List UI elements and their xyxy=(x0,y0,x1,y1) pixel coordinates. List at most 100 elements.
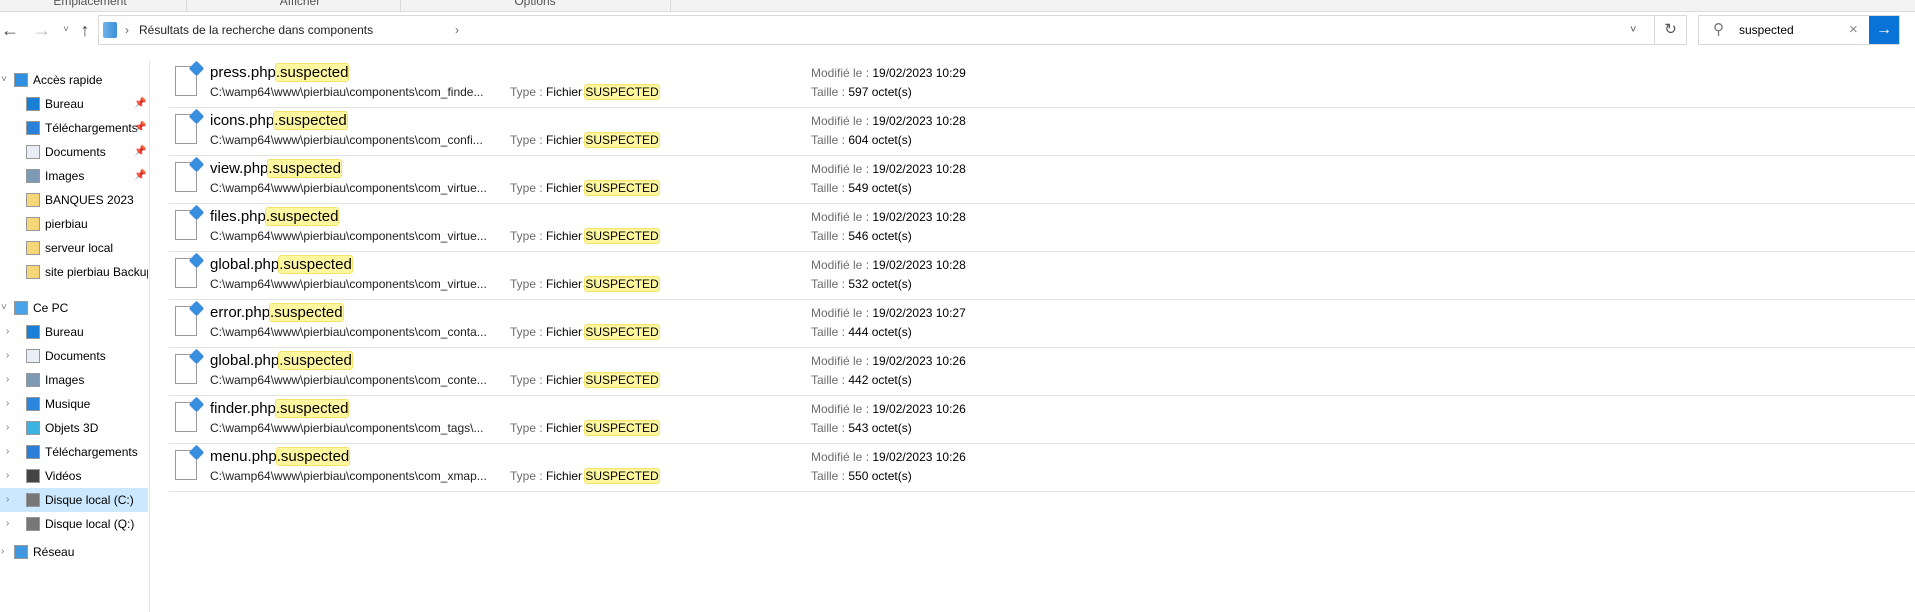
sidebar-item[interactable]: serveur local xyxy=(0,236,148,260)
sidebar-item[interactable]: › Téléchargements xyxy=(0,440,148,464)
search-go-button[interactable]: → xyxy=(1869,16,1899,44)
expand-chevron-icon[interactable]: › xyxy=(6,368,9,392)
size-value: 546 octet(s) xyxy=(848,229,912,243)
sidebar-item[interactable]: › Réseau xyxy=(0,540,148,564)
expand-chevron-icon[interactable]: › xyxy=(6,416,9,440)
modified-value: 19/02/2023 10:28 xyxy=(872,210,966,224)
sidebar-item-label: Objets 3D xyxy=(45,421,99,435)
back-button[interactable]: ← xyxy=(0,15,20,45)
file-row[interactable]: menu.php.suspected C:\wamp64\www\pierbia… xyxy=(169,444,1915,492)
sidebar-item[interactable]: › Disque local (C:) xyxy=(0,488,148,512)
pin-icon: 📌 xyxy=(134,122,147,133)
ribbon-tab-afficher[interactable]: Afficher xyxy=(260,0,340,8)
expand-chevron-icon[interactable]: › xyxy=(1,540,4,564)
expand-chevron-icon[interactable]: › xyxy=(6,320,9,344)
sidebar-item-label: Ce PC xyxy=(33,301,69,315)
sidebar-item[interactable]: Documents 📌 xyxy=(0,140,148,164)
expand-chevron-icon[interactable]: › xyxy=(6,392,9,416)
file-size: Taille : 444 octet(s) xyxy=(811,324,912,340)
expand-chevron-icon[interactable]: ˅ xyxy=(1,68,7,92)
modified-date: Modifié le : 19/02/2023 10:26 xyxy=(811,353,966,369)
sidebar-item[interactable]: Bureau 📌 xyxy=(0,92,148,116)
address-bar[interactable]: › Résultats de la recherche dans compone… xyxy=(98,15,1687,45)
file-path: C:\wamp64\www\pierbiau\components\com_co… xyxy=(210,373,487,387)
file-row[interactable]: icons.php.suspected C:\wamp64\www\pierbi… xyxy=(169,108,1915,156)
file-row[interactable]: files.php.suspected C:\wamp64\www\pierbi… xyxy=(169,204,1915,252)
file-row[interactable]: error.php.suspected C:\wamp64\www\pierbi… xyxy=(169,300,1915,348)
size-label: Taille : xyxy=(811,229,849,243)
file-row[interactable]: global.php.suspected C:\wamp64\www\pierb… xyxy=(169,252,1915,300)
file-row[interactable]: view.php.suspected C:\wamp64\www\pierbia… xyxy=(169,156,1915,204)
navigation-pane: ˅ Accès rapide Bureau 📌 Téléchargements 📌 Docu… xyxy=(0,60,150,612)
search-match-highlight: .suspected xyxy=(264,207,340,226)
sidebar-item[interactable]: ˅ Ce PC xyxy=(0,296,148,320)
type-label: Type : xyxy=(510,229,547,243)
forward-button[interactable]: → xyxy=(32,15,52,45)
clear-search-button[interactable]: × xyxy=(1849,16,1858,44)
php-file-icon xyxy=(175,258,197,288)
sidebar-item-label: Vidéos xyxy=(45,469,82,483)
sidebar-item-label: Musique xyxy=(45,397,91,411)
modified-label: Modifié le : xyxy=(811,114,873,128)
sidebar-item[interactable]: pierbiau xyxy=(0,212,148,236)
pin-icon: 📌 xyxy=(134,170,147,181)
sidebar-item[interactable]: › Documents xyxy=(0,344,148,368)
file-type: Type : Fichier SUSPECTED xyxy=(510,420,660,436)
modified-value: 19/02/2023 10:26 xyxy=(872,354,966,368)
sidebar-item[interactable]: › Bureau xyxy=(0,320,148,344)
sidebar-item[interactable]: › Images xyxy=(0,368,148,392)
breadcrumb-chevron-icon[interactable]: › xyxy=(455,16,459,44)
images-icon xyxy=(26,373,40,387)
modified-label: Modifié le : xyxy=(811,162,873,176)
modified-value: 19/02/2023 10:29 xyxy=(872,66,966,80)
address-history-chevron-icon[interactable]: ˅ xyxy=(1630,16,1636,44)
sidebar-item[interactable]: BANQUES 2023 xyxy=(0,188,148,212)
sidebar-item[interactable]: › Vidéos xyxy=(0,464,148,488)
desktop-icon xyxy=(26,325,40,339)
type-value: Fichier xyxy=(546,373,586,387)
file-row[interactable]: finder.php.suspected C:\wamp64\www\pierb… xyxy=(169,396,1915,444)
search-box[interactable]: ⚲ suspected × → xyxy=(1698,15,1900,45)
breadcrumb[interactable]: Résultats de la recherche dans component… xyxy=(139,16,373,44)
file-size: Taille : 543 octet(s) xyxy=(811,420,912,436)
expand-chevron-icon[interactable]: › xyxy=(6,464,9,488)
php-file-icon xyxy=(175,354,197,384)
up-button[interactable]: ↑ xyxy=(75,15,95,45)
sidebar-item[interactable]: ˅ Accès rapide xyxy=(0,68,148,92)
search-match-highlight: .suspected xyxy=(269,303,344,322)
expand-chevron-icon[interactable]: › xyxy=(6,440,9,464)
file-row[interactable]: press.php.suspected C:\wamp64\www\pierbi… xyxy=(169,60,1915,108)
ribbon-tabs: Emplacement Afficher Options xyxy=(0,0,1915,12)
search-input[interactable]: suspected xyxy=(1739,16,1794,44)
recent-locations-chevron-icon[interactable]: ˅ xyxy=(56,15,76,45)
search-match-highlight: SUSPECTED xyxy=(584,420,660,436)
expand-chevron-icon[interactable]: › xyxy=(6,512,9,536)
php-file-icon xyxy=(175,402,197,432)
expand-chevron-icon[interactable]: ˅ xyxy=(1,296,7,320)
file-type: Type : Fichier SUSPECTED xyxy=(510,84,660,100)
search-match-highlight: .suspected xyxy=(267,159,342,178)
ribbon-tab-emplacement[interactable]: Emplacement xyxy=(50,0,130,8)
sidebar-item[interactable]: › Disque local (Q:) xyxy=(0,512,148,536)
sidebar-item[interactable]: › Musique xyxy=(0,392,148,416)
size-label: Taille : xyxy=(811,85,849,99)
file-size: Taille : 604 octet(s) xyxy=(811,132,912,148)
expand-chevron-icon[interactable]: › xyxy=(6,488,9,512)
file-base-name: view.php xyxy=(210,160,269,177)
file-row[interactable]: global.php.suspected C:\wamp64\www\pierb… xyxy=(169,348,1915,396)
sidebar-item-label: Téléchargements xyxy=(45,445,138,459)
file-path: C:\wamp64\www\pierbiau\components\com_vi… xyxy=(210,229,487,243)
search-match-highlight: SUSPECTED xyxy=(584,276,660,292)
ribbon-tab-options[interactable]: Options xyxy=(495,0,575,8)
refresh-button[interactable]: ↻ xyxy=(1654,16,1686,44)
sidebar-item[interactable]: site pierbiau Backup xyxy=(0,260,148,284)
file-name: files.php.suspected xyxy=(210,207,340,227)
sidebar-item-label: serveur local xyxy=(45,241,114,255)
file-name: error.php.suspected xyxy=(210,303,344,323)
expand-chevron-icon[interactable]: › xyxy=(6,344,9,368)
search-match-highlight: .suspected xyxy=(278,351,353,370)
modified-label: Modifié le : xyxy=(811,258,873,272)
sidebar-item[interactable]: Images 📌 xyxy=(0,164,148,188)
sidebar-item[interactable]: Téléchargements 📌 xyxy=(0,116,148,140)
sidebar-item[interactable]: › Objets 3D xyxy=(0,416,148,440)
